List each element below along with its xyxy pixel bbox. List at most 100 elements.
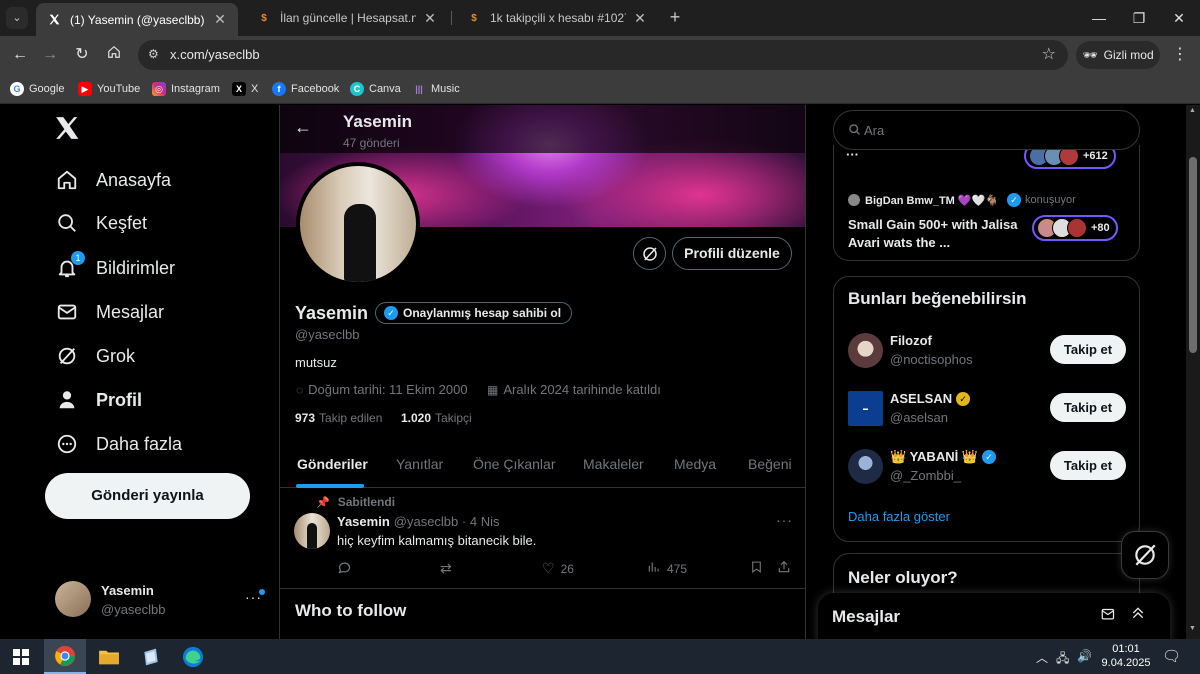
show-more-link[interactable]: Daha fazla göster: [848, 509, 950, 524]
close-tab-icon[interactable]: ✕: [632, 10, 648, 27]
birthday-info: ◌ Doğum tarihi: 11 Ekim 2000: [296, 382, 468, 397]
tweet-author[interactable]: Yasemin: [337, 514, 390, 529]
messages-drawer[interactable]: Mesajlar: [818, 593, 1170, 639]
tab-articles[interactable]: Makaleler: [583, 456, 644, 472]
bookmark-facebook[interactable]: f Facebook: [272, 80, 339, 98]
share-icon: [777, 560, 791, 577]
back-arrow-icon[interactable]: ←: [294, 117, 312, 138]
nav-grok[interactable]: Grok: [55, 342, 135, 370]
address-bar[interactable]: ⚙ x.com/yaseclbb ☆: [138, 40, 1068, 70]
incognito-indicator[interactable]: 🕶 Gizli mod: [1076, 41, 1160, 69]
nav-explore[interactable]: Keşfet: [55, 209, 147, 237]
following-link[interactable]: 973 Takip edilen: [295, 411, 382, 425]
follow-button[interactable]: Takip et: [1050, 393, 1126, 422]
get-verified-button[interactable]: ✓ Onaylanmış hesap sahibi ol: [375, 302, 573, 324]
followers-link[interactable]: 1.020 Takipçi: [401, 411, 472, 425]
start-button[interactable]: [0, 639, 42, 674]
x-logo-icon[interactable]: [54, 115, 82, 143]
nav-home[interactable]: Anasayfa: [55, 166, 171, 194]
views-button[interactable]: 475: [647, 560, 687, 577]
taskbar-clock[interactable]: 01:01 9.04.2025: [1100, 642, 1152, 670]
tab-search-button[interactable]: ⌄: [6, 7, 28, 29]
tweet-date[interactable]: · 4 Nis: [462, 514, 500, 529]
bookmark-google[interactable]: G Google: [10, 80, 64, 98]
browser-tab-0[interactable]: (1) Yasemin (@yaseclbb) / X ✕: [36, 3, 238, 36]
nav-messages[interactable]: Mesajlar: [55, 298, 164, 326]
account-switcher[interactable]: Yasemin @yaseclbb ···: [55, 581, 270, 621]
suggestion-row[interactable]: 👑 YABANİ 👑 ✓ @_Zombbi_ Takip et: [848, 449, 1128, 489]
back-button[interactable]: ←: [8, 43, 32, 67]
close-window-button[interactable]: ✕: [1167, 6, 1191, 30]
bookmark-x[interactable]: X X: [232, 80, 258, 98]
expand-chevrons-icon[interactable]: [1130, 605, 1146, 625]
bookmark-canva[interactable]: C Canva: [350, 80, 401, 98]
edit-profile-button[interactable]: Profili düzenle: [672, 237, 792, 270]
browser-tab-1[interactable]: $ İlan güncelle | Hesapsat.net ✕: [246, 4, 448, 32]
suggestion-name: 👑 YABANİ 👑 ✓: [890, 449, 997, 465]
grok-floating-button[interactable]: [1121, 531, 1169, 579]
tab-posts[interactable]: Gönderiler: [297, 456, 368, 472]
scroll-down-icon[interactable]: ▼: [1189, 625, 1196, 632]
browser-tab-2[interactable]: $ 1k takipçili x hesabı #102728 ✕: [456, 4, 658, 32]
site-settings-icon[interactable]: ⚙: [148, 47, 164, 63]
space-title[interactable]: Small Gain 500+ with Jalisa Avari wats t…: [848, 216, 1018, 252]
follow-button[interactable]: Takip et: [1050, 451, 1126, 480]
share-button[interactable]: [777, 560, 797, 577]
close-tab-icon[interactable]: ✕: [422, 10, 438, 27]
app-taskbar-icon[interactable]: [130, 639, 172, 674]
profile-avatar[interactable]: [296, 162, 420, 286]
edge-taskbar-icon[interactable]: [172, 639, 214, 674]
joined-text: Aralık 2024 tarihinde katıldı: [503, 382, 661, 397]
scroll-up-icon[interactable]: ▲: [1189, 107, 1196, 114]
forward-button[interactable]: →: [38, 43, 62, 67]
restore-button[interactable]: ❐: [1127, 6, 1151, 30]
grok-profile-button[interactable]: [633, 237, 666, 270]
url-text[interactable]: x.com/yaseclbb: [170, 47, 260, 62]
space-listeners[interactable]: +80: [1032, 215, 1118, 241]
bookmark-label: X: [251, 83, 259, 95]
search-box[interactable]: Ara: [833, 110, 1140, 150]
network-icon[interactable]: 🖧: [1056, 649, 1069, 670]
suggestion-row[interactable]: Filozof @noctisophos Takip et: [848, 333, 1128, 373]
follow-button[interactable]: Takip et: [1050, 335, 1126, 364]
tab-media[interactable]: Medya: [674, 456, 716, 472]
tweet-more-icon[interactable]: ···: [776, 512, 793, 528]
page-scrollbar[interactable]: ▲ ▼: [1186, 105, 1200, 639]
clock-time: 01:01: [1112, 643, 1140, 655]
active-tab-indicator: [296, 484, 364, 488]
browser-menu-button[interactable]: ⋮: [1170, 43, 1190, 67]
nav-profile[interactable]: Profil: [55, 386, 142, 414]
avatar: [55, 581, 91, 617]
like-button[interactable]: ♡ 26: [542, 560, 574, 577]
calendar-icon: ▦: [487, 382, 499, 397]
reload-button[interactable]: ↻: [70, 43, 94, 67]
bookmark-youtube[interactable]: ▶ YouTube: [78, 80, 140, 98]
file-explorer-icon[interactable]: [88, 639, 130, 674]
nav-more[interactable]: Daha fazla: [55, 430, 182, 458]
suggestion-row[interactable]: ▬ ASELSAN ✓ @aselsan Takip et: [848, 391, 1128, 431]
tab-highlights[interactable]: Öne Çıkanlar: [473, 456, 555, 472]
scrollbar-thumb[interactable]: [1189, 157, 1197, 353]
chrome-taskbar-icon[interactable]: [44, 639, 86, 674]
tab-likes[interactable]: Beğeni: [748, 456, 792, 472]
tweet-avatar[interactable]: [294, 513, 330, 549]
close-tab-icon[interactable]: ✕: [212, 11, 228, 28]
bookmark-music[interactable]: ||| Music: [412, 80, 460, 98]
post-button[interactable]: Gönderi yayınla: [45, 473, 250, 519]
repost-button[interactable]: ⇄: [440, 560, 458, 577]
minimize-button[interactable]: —: [1087, 6, 1111, 30]
reply-button[interactable]: [337, 560, 358, 578]
bookmark-button[interactable]: [750, 560, 769, 577]
notification-center-icon[interactable]: 🗨: [1162, 647, 1181, 665]
nav-notifications[interactable]: 1 Bildirimler: [55, 251, 175, 282]
new-tab-button[interactable]: +: [665, 7, 685, 27]
tab-replies[interactable]: Yanıtlar: [396, 456, 443, 472]
tray-overflow-icon[interactable]: ︿: [1036, 649, 1048, 666]
bookmark-instagram[interactable]: ◎ Instagram: [152, 80, 220, 98]
home-button[interactable]: [102, 43, 126, 67]
new-message-icon[interactable]: [1100, 607, 1117, 626]
bookmark-star-icon[interactable]: ☆: [1042, 44, 1056, 64]
account-handle: @yaseclbb: [101, 602, 166, 617]
google-icon: G: [10, 82, 24, 96]
volume-icon[interactable]: 🔊: [1077, 649, 1092, 663]
